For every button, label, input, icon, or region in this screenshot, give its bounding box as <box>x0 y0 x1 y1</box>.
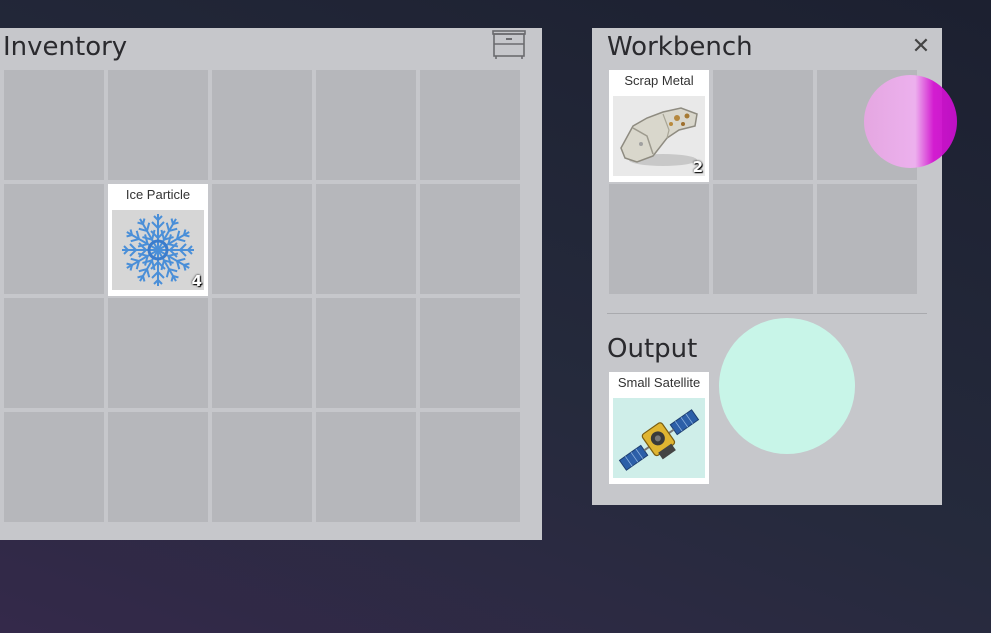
inventory-slot[interactable] <box>212 298 312 408</box>
magenta-circle <box>864 75 957 168</box>
inventory-slot[interactable] <box>420 298 520 408</box>
item-name: Ice Particle <box>125 187 191 202</box>
inventory-item-ice-particle[interactable]: Ice Particle 4 <box>108 184 208 296</box>
inventory-slot[interactable] <box>108 70 208 180</box>
output-item-small-satellite[interactable]: Small Satellite <box>609 372 709 484</box>
inventory-title: Inventory <box>3 32 128 62</box>
satellite-icon <box>613 398 705 478</box>
workbench-slot[interactable] <box>713 184 813 294</box>
inventory-slot[interactable] <box>4 184 104 294</box>
inventory-slot[interactable] <box>316 412 416 522</box>
inventory-slot[interactable] <box>4 70 104 180</box>
item-name: Small Satellite <box>617 375 701 390</box>
inventory-slot[interactable] <box>212 412 312 522</box>
workbench-item-scrap-metal[interactable]: Scrap Metal 2 <box>609 70 709 182</box>
output-title: Output <box>607 334 698 364</box>
inventory-slot[interactable] <box>420 70 520 180</box>
inventory-slot[interactable] <box>316 70 416 180</box>
inventory-slot[interactable] <box>420 184 520 294</box>
scrap-metal-icon <box>613 96 705 176</box>
snowflake-icon <box>112 210 204 290</box>
inventory-slot[interactable] <box>212 184 312 294</box>
section-divider <box>607 313 927 314</box>
item-count: 2 <box>692 158 703 176</box>
inventory-slot[interactable] <box>420 412 520 522</box>
inventory-slot[interactable] <box>4 298 104 408</box>
dresser-icon[interactable] <box>491 30 527 60</box>
workbench-slot[interactable] <box>713 70 813 180</box>
item-name: Scrap Metal <box>624 73 694 88</box>
inventory-slot[interactable] <box>316 184 416 294</box>
inventory-slot[interactable] <box>108 298 208 408</box>
close-icon[interactable]: ✕ <box>908 34 934 60</box>
workbench-slot[interactable] <box>609 184 709 294</box>
item-count: 4 <box>191 272 202 290</box>
mint-circle <box>719 318 855 454</box>
inventory-slot[interactable] <box>108 412 208 522</box>
inventory-slot[interactable] <box>4 412 104 522</box>
workbench-title: Workbench <box>607 32 753 62</box>
inventory-slot[interactable] <box>316 298 416 408</box>
inventory-slot[interactable] <box>212 70 312 180</box>
workbench-slot[interactable] <box>817 184 917 294</box>
